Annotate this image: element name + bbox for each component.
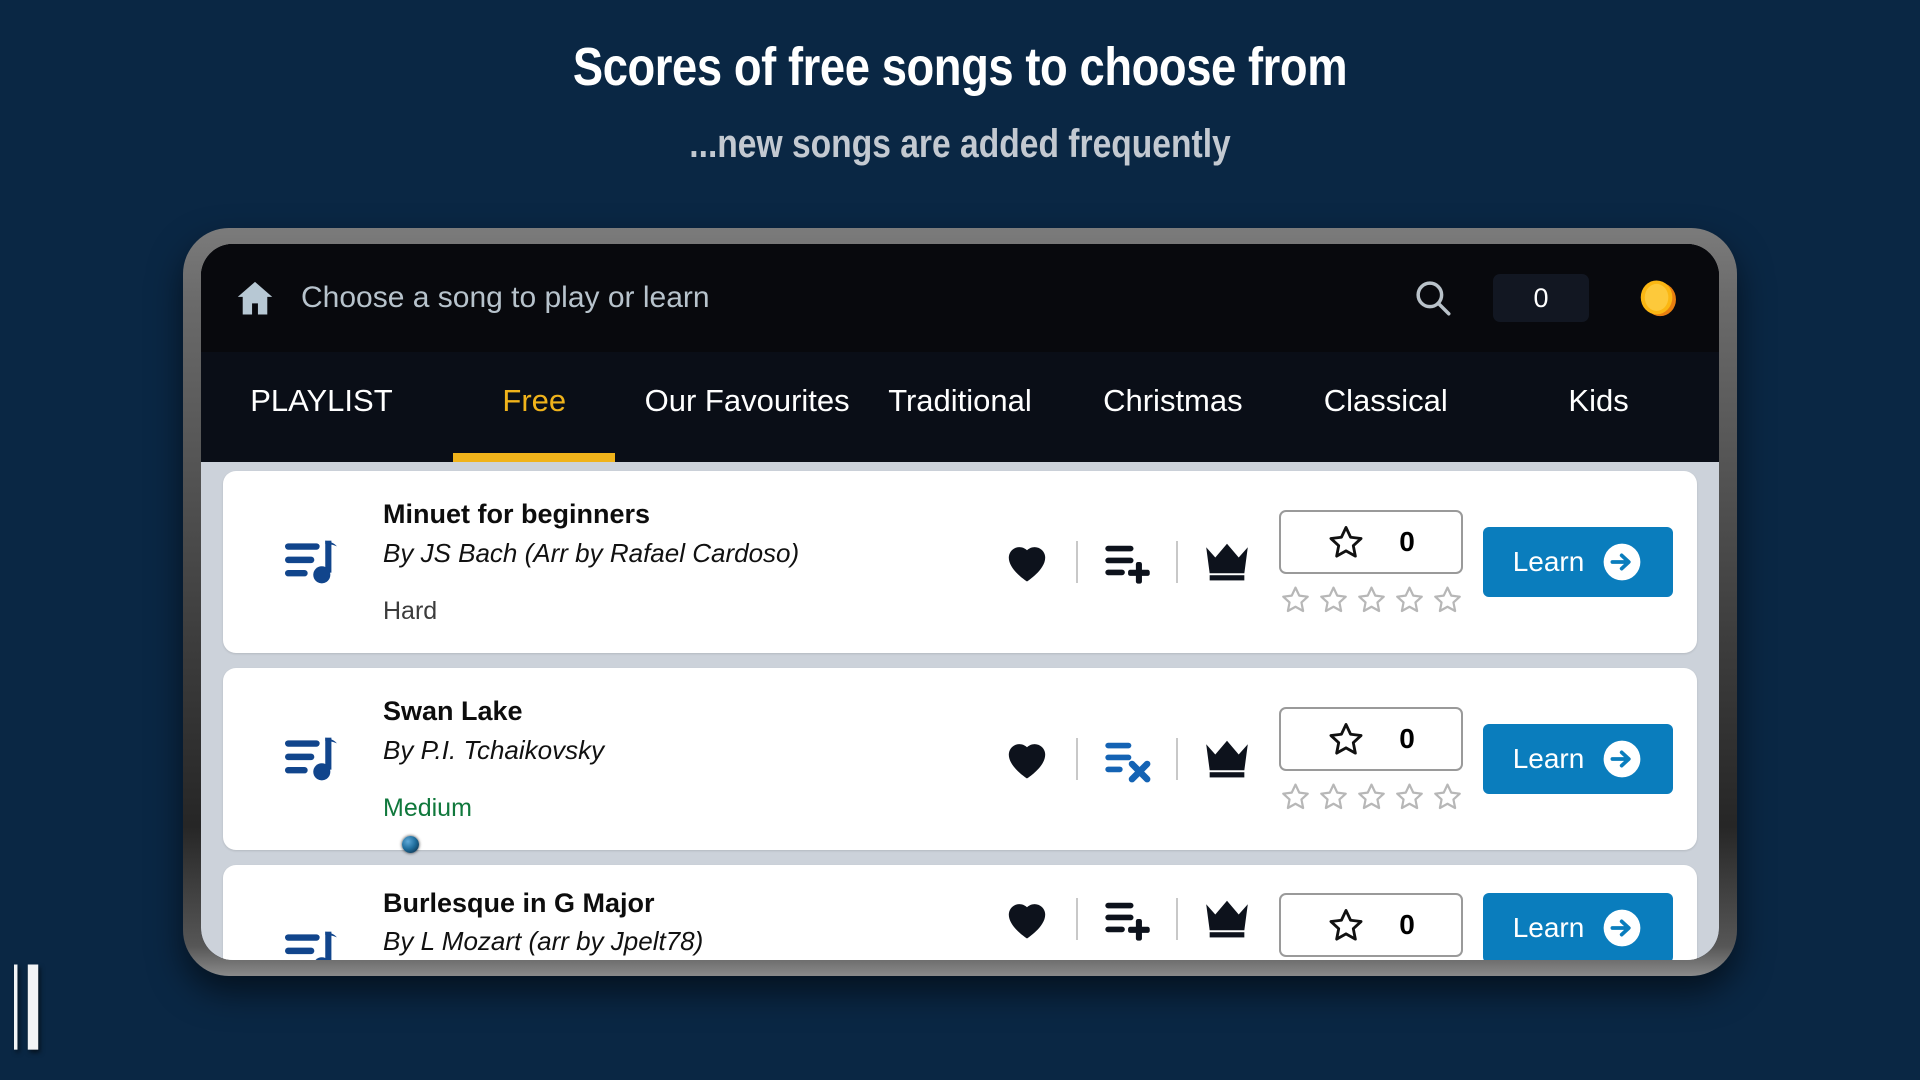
music-note-list-icon bbox=[285, 737, 337, 781]
song-info: Swan Lake By P.I. Tchaikovsky Medium bbox=[383, 695, 1001, 822]
tab-kids[interactable]: Kids bbox=[1492, 352, 1705, 462]
promo-screenshot: Scores of free songs to choose from ...n… bbox=[0, 0, 1920, 1080]
home-icon[interactable] bbox=[233, 276, 277, 320]
phone-device-frame: Choose a song to play or learn 0 PLAYLIS… bbox=[183, 228, 1737, 976]
song-info: Minuet for beginners By JS Bach (Arr by … bbox=[383, 498, 1001, 625]
promo-headline: Scores of free songs to choose from bbox=[572, 37, 1348, 97]
playlist-add-icon[interactable] bbox=[1101, 536, 1153, 588]
tab-label: Kids bbox=[1568, 383, 1629, 418]
playlist-remove-icon[interactable] bbox=[1101, 733, 1153, 785]
music-note-list-icon bbox=[285, 931, 337, 960]
action-divider bbox=[1076, 738, 1078, 780]
tab-playlist[interactable]: PLAYLIST bbox=[215, 352, 428, 462]
star-rating[interactable] bbox=[1280, 781, 1463, 812]
rating-column: 0 bbox=[1279, 509, 1463, 615]
song-actions bbox=[1001, 893, 1253, 945]
action-divider bbox=[1176, 738, 1178, 780]
learn-button-label: Learn bbox=[1512, 912, 1585, 943]
rating-box[interactable]: 0 bbox=[1279, 706, 1463, 771]
tab-christmas[interactable]: Christmas bbox=[1066, 352, 1279, 462]
star-icon[interactable] bbox=[1318, 584, 1349, 615]
coin-count-value: 0 bbox=[1533, 282, 1549, 313]
playlist-add-icon[interactable] bbox=[1101, 893, 1153, 945]
tab-free[interactable]: Free bbox=[428, 352, 641, 462]
song-actions bbox=[1001, 733, 1253, 785]
rating-count: 0 bbox=[1399, 909, 1415, 940]
song-title: Swan Lake bbox=[383, 696, 523, 727]
coin-icon[interactable] bbox=[1635, 275, 1681, 321]
star-outline-icon bbox=[1329, 722, 1363, 755]
star-icon[interactable] bbox=[1318, 781, 1349, 812]
heart-filled-icon[interactable] bbox=[1001, 733, 1053, 785]
song-artist: By P.I. Tchaikovsky bbox=[383, 734, 605, 765]
app-bar: Choose a song to play or learn 0 bbox=[201, 244, 1719, 352]
learn-button[interactable]: Learn bbox=[1483, 724, 1673, 794]
rating-box[interactable]: 0 bbox=[1279, 893, 1463, 957]
app-bar-title: Choose a song to play or learn bbox=[301, 281, 710, 314]
phone-screen-bezel: Choose a song to play or learn 0 PLAYLIS… bbox=[201, 244, 1719, 960]
star-icon[interactable] bbox=[1280, 781, 1311, 812]
tab-label: Classical bbox=[1323, 383, 1448, 418]
front-camera-icon bbox=[402, 836, 419, 853]
tab-label: Traditional bbox=[888, 383, 1032, 418]
star-outline-icon bbox=[1329, 525, 1363, 558]
action-divider bbox=[1076, 898, 1078, 940]
star-icon[interactable] bbox=[1394, 781, 1425, 812]
star-rating[interactable] bbox=[1280, 584, 1463, 615]
crown-icon[interactable] bbox=[1201, 733, 1253, 785]
rating-column: 0 bbox=[1279, 706, 1463, 812]
song-info: Burlesque in G Major By L Mozart (arr by… bbox=[383, 887, 1001, 959]
promo-subheadline: ...new songs are added frequently bbox=[689, 122, 1231, 166]
learn-button[interactable]: Learn bbox=[1483, 893, 1673, 960]
song-list[interactable]: Minuet for beginners By JS Bach (Arr by … bbox=[201, 462, 1719, 960]
arrow-right-circle-icon bbox=[1603, 909, 1641, 947]
song-difficulty: Hard bbox=[383, 596, 438, 625]
tab-traditional[interactable]: Traditional bbox=[854, 352, 1067, 462]
star-icon[interactable] bbox=[1432, 781, 1463, 812]
tab-label: PLAYLIST bbox=[250, 383, 393, 418]
app-screen: Choose a song to play or learn 0 PLAYLIS… bbox=[201, 244, 1719, 960]
star-outline-icon bbox=[1329, 909, 1363, 941]
arrow-right-circle-icon bbox=[1603, 543, 1641, 581]
music-note-list-icon bbox=[285, 540, 337, 584]
crown-icon[interactable] bbox=[1201, 536, 1253, 588]
song-artist: By L Mozart (arr by Jpelt78) bbox=[383, 926, 704, 957]
song-title: Minuet for beginners bbox=[383, 499, 651, 530]
heart-filled-icon[interactable] bbox=[1001, 536, 1053, 588]
star-icon[interactable] bbox=[1394, 584, 1425, 615]
song-artist: By JS Bach (Arr by Rafael Cardoso) bbox=[383, 537, 800, 568]
rating-box[interactable]: 0 bbox=[1279, 509, 1463, 574]
search-icon[interactable] bbox=[1411, 276, 1455, 320]
star-icon[interactable] bbox=[1280, 584, 1311, 615]
star-icon[interactable] bbox=[1432, 584, 1463, 615]
learn-button-label: Learn bbox=[1512, 743, 1585, 774]
star-icon[interactable] bbox=[1356, 584, 1387, 615]
action-divider bbox=[1176, 898, 1178, 940]
crown-icon[interactable] bbox=[1201, 893, 1253, 945]
category-tab-bar: PLAYLIST Free Our Favourites Traditional… bbox=[201, 352, 1719, 462]
tab-our-favourites[interactable]: Our Favourites bbox=[641, 352, 854, 462]
star-icon[interactable] bbox=[1356, 781, 1387, 812]
learn-button-label: Learn bbox=[1512, 546, 1585, 577]
bass-clef-icon: 𝄂 bbox=[14, 948, 39, 1073]
action-divider bbox=[1176, 541, 1178, 583]
arrow-right-circle-icon bbox=[1603, 740, 1641, 778]
rating-count: 0 bbox=[1399, 525, 1415, 557]
tab-label: Free bbox=[502, 383, 567, 418]
action-divider bbox=[1076, 541, 1078, 583]
song-list-item[interactable]: Burlesque in G Major By L Mozart (arr by… bbox=[223, 865, 1697, 960]
tab-label: Christmas bbox=[1103, 383, 1243, 418]
learn-button[interactable]: Learn bbox=[1483, 527, 1673, 597]
coin-counter[interactable]: 0 bbox=[1493, 274, 1589, 322]
song-difficulty: Medium bbox=[383, 793, 472, 822]
song-title: Burlesque in G Major bbox=[383, 888, 655, 918]
rating-column: 0 bbox=[1279, 893, 1463, 957]
song-actions bbox=[1001, 536, 1253, 588]
rating-count: 0 bbox=[1399, 722, 1415, 754]
song-list-item[interactable]: Swan Lake By P.I. Tchaikovsky Medium 0 L… bbox=[223, 668, 1697, 850]
tab-label: Our Favourites bbox=[644, 383, 850, 418]
song-list-item[interactable]: Minuet for beginners By JS Bach (Arr by … bbox=[223, 471, 1697, 653]
heart-filled-icon[interactable] bbox=[1001, 893, 1053, 945]
tab-classical[interactable]: Classical bbox=[1279, 352, 1492, 462]
